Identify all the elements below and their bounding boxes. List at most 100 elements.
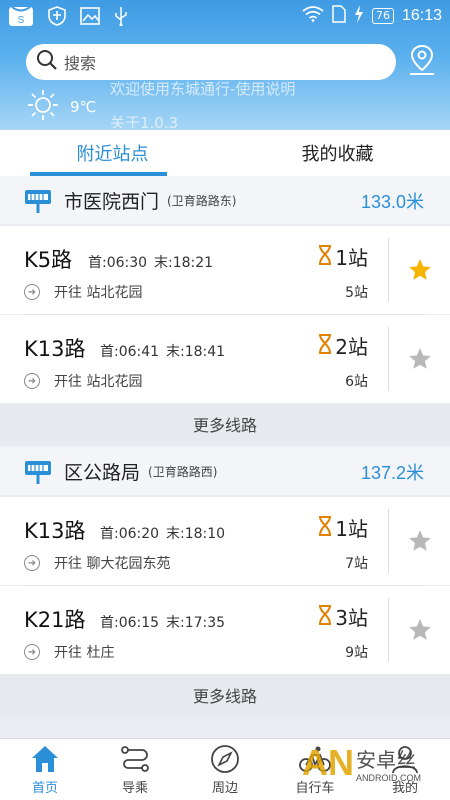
svg-text:S: S [18,15,25,26]
direction-text: 开往 杜庄 [54,645,115,661]
route-direction: ➜ 开往 站北花园 [24,282,142,302]
map-pin-icon [407,44,437,80]
arrow-right-icon: ➜ [24,373,40,389]
status-time: 16:13 [401,7,442,24]
stops-away: 1站 [317,242,368,271]
arrow-right-icon: ➜ [24,555,40,571]
notice-marquee[interactable]: 欢迎使用东城通行-使用说明 关于1.0.3 [110,78,410,128]
search-bar[interactable]: 搜索 [26,44,396,80]
stops-count: 2站 [335,335,368,359]
stops-count: 1站 [335,517,368,541]
first-bus-time: 首:06:15 [100,615,160,631]
arrow-right-icon: ➜ [24,644,40,660]
divider [388,509,389,573]
station-road: (卫育路路东) [167,193,237,208]
sun-icon [26,88,60,126]
search-icon [36,49,58,75]
charging-icon [354,5,364,27]
route-direction: ➜ 开往 聊大花园东苑 [24,553,170,573]
stops-count: 3站 [335,606,368,630]
total-stops: 5站 [345,285,368,301]
watermark-logo: AN 安卓丝 ANDROID.COM [302,742,421,784]
hourglass-icon [317,333,333,359]
favorite-star-icon[interactable] [400,521,440,561]
route-name: K13路 [24,337,86,361]
last-bus-time: 末:17:35 [166,615,226,631]
search-placeholder: 搜索 [64,54,97,73]
first-bus-time: 首:06:20 [100,526,160,542]
notice-line: 关于1.0.3 [110,114,179,128]
direction-text: 开往 站北花园 [54,285,143,301]
station-name: 区公路局 [64,461,141,484]
compass-icon [209,743,241,775]
wifi-icon [302,6,324,26]
station-name: 市医院西门 [64,190,160,213]
stops-away: 3站 [317,602,368,631]
first-bus-time: 首:06:41 [100,344,160,360]
tab-bar: 附近站点 我的收藏 [0,130,450,176]
more-routes-button[interactable]: 更多线路 [0,403,450,445]
header: S 76 16:13 搜索 9℃ 欢迎使用东城通行-使用说明 关于1.0.3 [0,0,450,130]
stops-away: 2站 [317,331,368,360]
weather-widget: 9℃ [26,88,96,126]
total-stops: 9站 [345,645,368,661]
route-name: K5路 [24,248,73,272]
route-direction: ➜ 开往 站北花园 [24,371,142,391]
nav-label: 周边 [211,781,238,796]
nav-nearby[interactable]: 周边 [180,739,270,800]
first-bus-time: 首:06:30 [88,255,148,271]
hourglass-icon [317,244,333,270]
favorite-star-icon[interactable] [400,339,440,379]
route-name: K21路 [24,608,86,632]
image-icon [80,7,100,29]
bus-stop-icon [24,188,52,213]
more-routes-button[interactable]: 更多线路 [0,674,450,716]
divider [388,238,389,302]
divider [388,598,389,662]
station-header[interactable]: 区公路局 (卫育路路西) 137.2米 [0,447,450,495]
last-bus-time: 末:18:41 [166,344,226,360]
hourglass-icon [317,515,333,541]
hourglass-icon [317,604,333,630]
usb-icon [114,6,128,30]
station-header[interactable]: 市医院西门 (卫育路路东) 133.0米 [0,176,450,224]
status-bar: S 76 16:13 [0,0,450,32]
last-bus-time: 末:18:10 [166,526,226,542]
home-icon [29,743,61,775]
station-distance: 133.0米 [360,192,424,212]
bus-stop-icon [24,459,52,484]
favorite-star-icon[interactable] [400,610,440,650]
direction-text: 开往 聊大花园东苑 [54,556,171,572]
sim-icon [332,5,346,27]
stops-away: 1站 [317,513,368,542]
station-road: (卫育路路西) [148,464,218,479]
tab-my-favorites[interactable]: 我的收藏 [225,130,450,176]
watermark-text: 安卓丝 [356,747,416,772]
favorite-star-icon[interactable] [400,250,440,290]
watermark-letters: AN [302,742,354,783]
stops-count: 1站 [335,246,368,270]
total-stops: 6站 [345,374,368,390]
nav-guide[interactable]: 导乘 [90,739,180,800]
last-bus-time: 末:18:21 [154,255,214,271]
route-row[interactable]: K13路 首:06:20 末:18:10 ➜ 开往 聊大花园东苑 1站 7站 [0,497,450,585]
route-direction: ➜ 开往 杜庄 [24,642,114,662]
route-row[interactable]: K21路 首:06:15 末:17:35 ➜ 开往 杜庄 3站 9站 [0,586,450,674]
divider [388,327,389,391]
tab-nearby-stations[interactable]: 附近站点 [0,130,225,176]
location-button[interactable] [404,44,440,80]
nav-label: 导乘 [121,781,148,796]
route-row[interactable]: K13路 首:06:41 末:18:41 ➜ 开往 站北花园 2站 6站 [0,315,450,403]
arrow-right-icon: ➜ [24,284,40,300]
app-notification-icon: S [8,4,34,32]
total-stops: 7站 [345,556,368,572]
station-distance: 137.2米 [360,463,424,483]
watermark-url: ANDROID.COM [356,772,421,783]
route-icon [119,743,151,775]
nav-label: 首页 [31,781,58,796]
direction-text: 开往 站北花园 [54,374,143,390]
nav-home[interactable]: 首页 [0,739,90,800]
route-row[interactable]: K5路 首:06:30 末:18:21 ➜ 开往 站北花园 1站 5站 [0,226,450,314]
notice-line: 欢迎使用东城通行-使用说明 [110,80,296,98]
temperature: 9℃ [70,98,97,116]
